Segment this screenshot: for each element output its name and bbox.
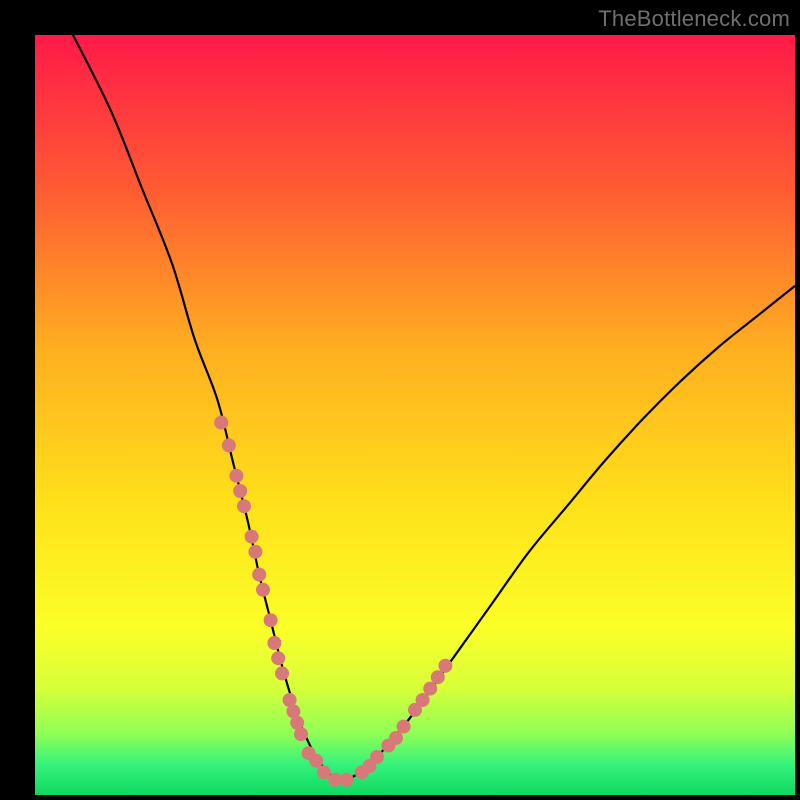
plot-area [35,35,795,795]
watermark-text: TheBottleneck.com [598,6,790,32]
data-point [233,484,247,498]
data-point [423,682,437,696]
chart-frame: TheBottleneck.com [0,0,800,800]
data-point [252,568,266,582]
data-point [267,636,281,650]
data-point [370,750,384,764]
gradient-background [35,35,795,795]
data-point [340,773,354,787]
data-point [245,530,259,544]
data-point [397,720,411,734]
data-point [256,583,270,597]
data-point [222,438,236,452]
data-point [438,659,452,673]
data-point [237,499,251,513]
data-point [317,765,331,779]
data-point [309,754,323,768]
data-point [264,613,278,627]
data-point [389,731,403,745]
data-point [271,651,285,665]
data-point [275,666,289,680]
chart-svg [35,35,795,795]
data-point [294,727,308,741]
data-point [416,693,430,707]
data-point [229,469,243,483]
data-point [214,416,228,430]
data-point [248,545,262,559]
data-point [431,670,445,684]
